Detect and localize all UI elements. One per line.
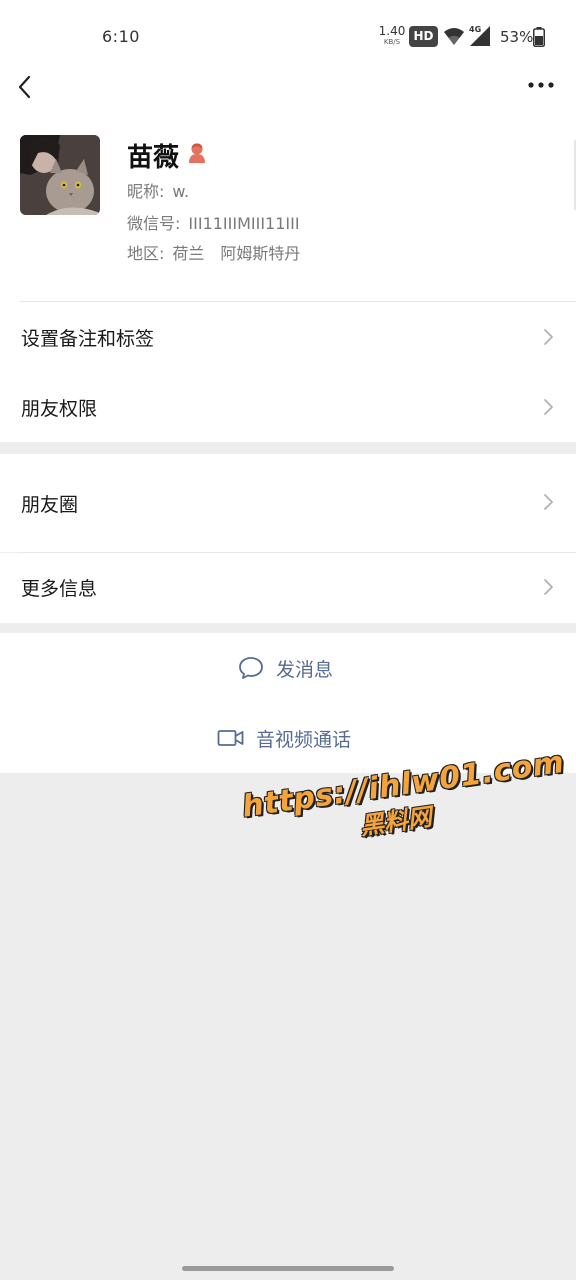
avatar[interactable] [20,135,100,215]
network-speed-value: 1.40 [378,24,406,38]
nickname-row: 昵称: w. [127,178,189,202]
chevron-right-icon [544,579,553,595]
avatar-cat-photo-icon [20,135,100,215]
moments-label: 朋友圈 [21,494,79,516]
region-province: 荷兰 [172,244,205,263]
send-message-button[interactable]: 发消息 [0,633,576,703]
nickname-label: 昵称: [127,182,165,201]
wifi-icon [444,28,464,45]
network-type: 4G [469,25,482,34]
wechat-id-value[interactable]: III11IIIMIII11III [188,214,299,233]
chat-bubble-icon [239,657,263,679]
chevron-right-icon [544,494,553,510]
video-camera-icon [217,730,244,746]
remark-tags-label: 设置备注和标签 [21,328,155,350]
more-info-cell[interactable]: 更多信息 [0,553,576,623]
friend-permissions-cell[interactable]: 朋友权限 [0,372,576,442]
battery-icon [533,27,545,47]
contact-name: 苗薇 [127,143,180,173]
friend-permissions-label: 朋友权限 [21,398,98,420]
more-info-label: 更多信息 [21,578,98,600]
remark-tags-cell[interactable]: 设置备注和标签 [0,302,576,372]
region-row: 地区: 荷兰 阿姆斯特丹 [127,240,300,264]
wechat-id-row: 微信号: III11IIIMIII11III [127,210,300,234]
female-user-icon [189,143,205,163]
chevron-left-icon[interactable] [14,74,36,100]
battery-percent: 53% [500,28,534,46]
wechat-id-label: 微信号: [127,214,181,233]
region-city: 阿姆斯特丹 [220,244,301,263]
profile-header: 苗薇 昵称: w. 微信号: III11IIIMIII11III 地区: 荷兰 阿姆斯特… [0,122,576,302]
contact-profile-page: 6:10 1.40 KB/S HD 4G 53% 苗薇 昵称: w. 微信号: … [0,0,576,1280]
nickname-value: w. [172,182,190,201]
status-bar: 6:10 1.40 KB/S HD 4G 53% [0,0,576,72]
hd-badge: HD [409,26,438,47]
status-time: 6:10 [102,27,140,46]
more-dots-icon[interactable] [526,78,556,92]
moments-cell[interactable]: 朋友圈 [0,454,576,552]
chevron-right-icon [544,329,553,345]
video-call-label: 音视频通话 [256,728,352,751]
chevron-right-icon [544,399,553,415]
network-speed-unit: KB/S [383,38,401,46]
network-speed: 1.40 KB/S [378,25,406,46]
region-label: 地区: [127,244,165,263]
send-message-label: 发消息 [276,658,334,681]
nav-bar [0,72,576,122]
home-indicator[interactable] [182,1266,394,1271]
